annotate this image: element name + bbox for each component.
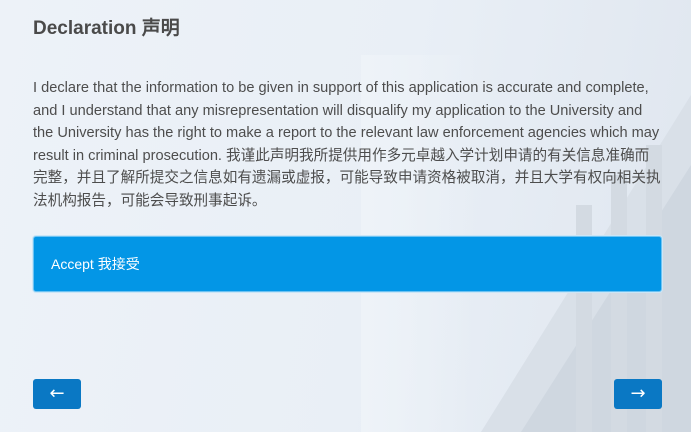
page-title: Declaration 声明 <box>33 18 180 39</box>
declaration-text: I declare that the information to be giv… <box>33 80 661 209</box>
arrow-right-icon: → <box>630 383 646 404</box>
next-button[interactable]: → <box>614 379 662 409</box>
arrow-left-icon: ← <box>49 383 65 404</box>
accept-button[interactable]: Accept 我接受 <box>33 236 662 292</box>
back-button[interactable]: ← <box>33 379 81 409</box>
